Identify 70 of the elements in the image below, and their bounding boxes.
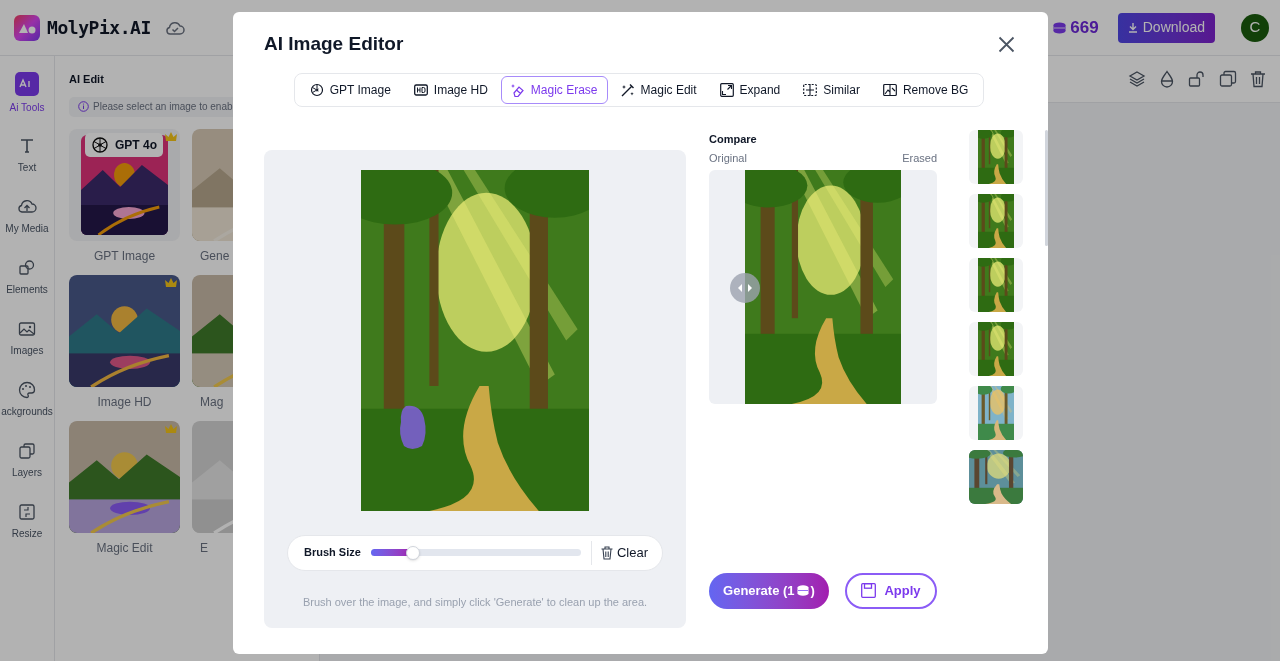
- tool-label: Gene: [199, 247, 231, 265]
- scrollbar-thumb[interactable]: [1045, 129, 1048, 246]
- tool-tab[interactable]: Magic Erase: [500, 75, 608, 104]
- knot-icon: [91, 135, 109, 154]
- tool-card[interactable]: GPT 4o: [69, 128, 180, 241]
- tool-label: Image HD: [96, 393, 153, 411]
- brush-stroke-mark: [398, 403, 428, 452]
- expand-icon: [719, 82, 734, 97]
- avatar[interactable]: C: [1241, 13, 1269, 42]
- hd-icon: [413, 82, 428, 97]
- tool-label: E: [199, 539, 209, 557]
- logo-text: MolyPix.AI: [47, 16, 151, 40]
- model-badge: GPT 4o: [85, 132, 163, 157]
- trash-icon: [600, 545, 613, 560]
- tool-label: Magic Edit: [95, 539, 154, 557]
- drop-icon[interactable]: [1159, 70, 1175, 88]
- tool-tab[interactable]: Similar: [793, 75, 870, 104]
- notice-text: Please select an image to enab: [93, 100, 233, 114]
- image-split-icon: [882, 82, 897, 97]
- close-icon[interactable]: [998, 35, 1015, 53]
- tool-tab[interactable]: Magic Edit: [610, 75, 707, 104]
- tool-tab[interactable]: GPT Image: [299, 75, 401, 104]
- magic-wand-icon: [620, 82, 635, 97]
- brush-size-slider[interactable]: [370, 545, 581, 560]
- trash-icon[interactable]: [1250, 70, 1266, 88]
- rail-item[interactable]: ackgrounds: [1, 377, 53, 419]
- save-icon: [861, 583, 877, 598]
- eraser-icon: [510, 82, 525, 97]
- compare-title: Compare: [709, 131, 758, 147]
- similar-icon: [803, 82, 818, 97]
- resize-icon: [17, 502, 37, 522]
- tool-tab[interactable]: Remove BG: [872, 75, 979, 104]
- download-icon: [1127, 22, 1138, 33]
- generate-button[interactable]: Generate (1 ): [709, 572, 829, 609]
- rail-item[interactable]: Layers: [12, 438, 42, 480]
- coin-balance: 669: [1070, 16, 1099, 39]
- tool-label: Mag: [199, 393, 225, 411]
- coins-icon: [1053, 21, 1067, 34]
- image-icon: [17, 319, 37, 339]
- rail-item[interactable]: Images: [10, 316, 44, 358]
- info-icon: [78, 101, 89, 112]
- copy-icon[interactable]: [1219, 70, 1237, 88]
- layers-icon[interactable]: [1128, 70, 1146, 88]
- tool-tab[interactable]: Expand: [709, 75, 791, 104]
- cloud-icon[interactable]: [164, 19, 185, 36]
- erased-label: Erased: [902, 151, 937, 166]
- download-button[interactable]: Download: [1117, 12, 1215, 43]
- palette-icon: [17, 380, 37, 400]
- rail-item[interactable]: My Media: [5, 194, 49, 236]
- brush-size-label: Brush Size: [304, 545, 361, 561]
- rail-item[interactable]: Resize: [11, 499, 43, 541]
- rail-item[interactable]: Ai Tools: [9, 72, 45, 115]
- rail-item[interactable]: Elements: [6, 255, 48, 297]
- coins-icon: [796, 585, 809, 596]
- slider-thumb[interactable]: [406, 545, 421, 560]
- apply-button[interactable]: Apply: [845, 572, 937, 609]
- dialog-title: AI Image Editor: [264, 32, 404, 56]
- knot-icon: [309, 82, 324, 97]
- shapes-icon: [17, 258, 37, 278]
- tool-label: GPT Image: [92, 247, 157, 265]
- clear-button[interactable]: Clear: [600, 542, 648, 563]
- hint-text: Brush over the image, and simply click 'Generate' to clean up the area.: [302, 594, 648, 610]
- original-label: Original: [709, 151, 747, 166]
- logo-icon: [14, 14, 40, 41]
- unlock-icon[interactable]: [1188, 70, 1206, 88]
- tool-tab[interactable]: Image HD: [403, 75, 498, 104]
- compare-handle-icon[interactable]: [730, 272, 760, 303]
- layers-icon: [17, 441, 37, 461]
- panel-title: AI Edit: [69, 72, 105, 87]
- rail-item[interactable]: Text: [17, 133, 37, 175]
